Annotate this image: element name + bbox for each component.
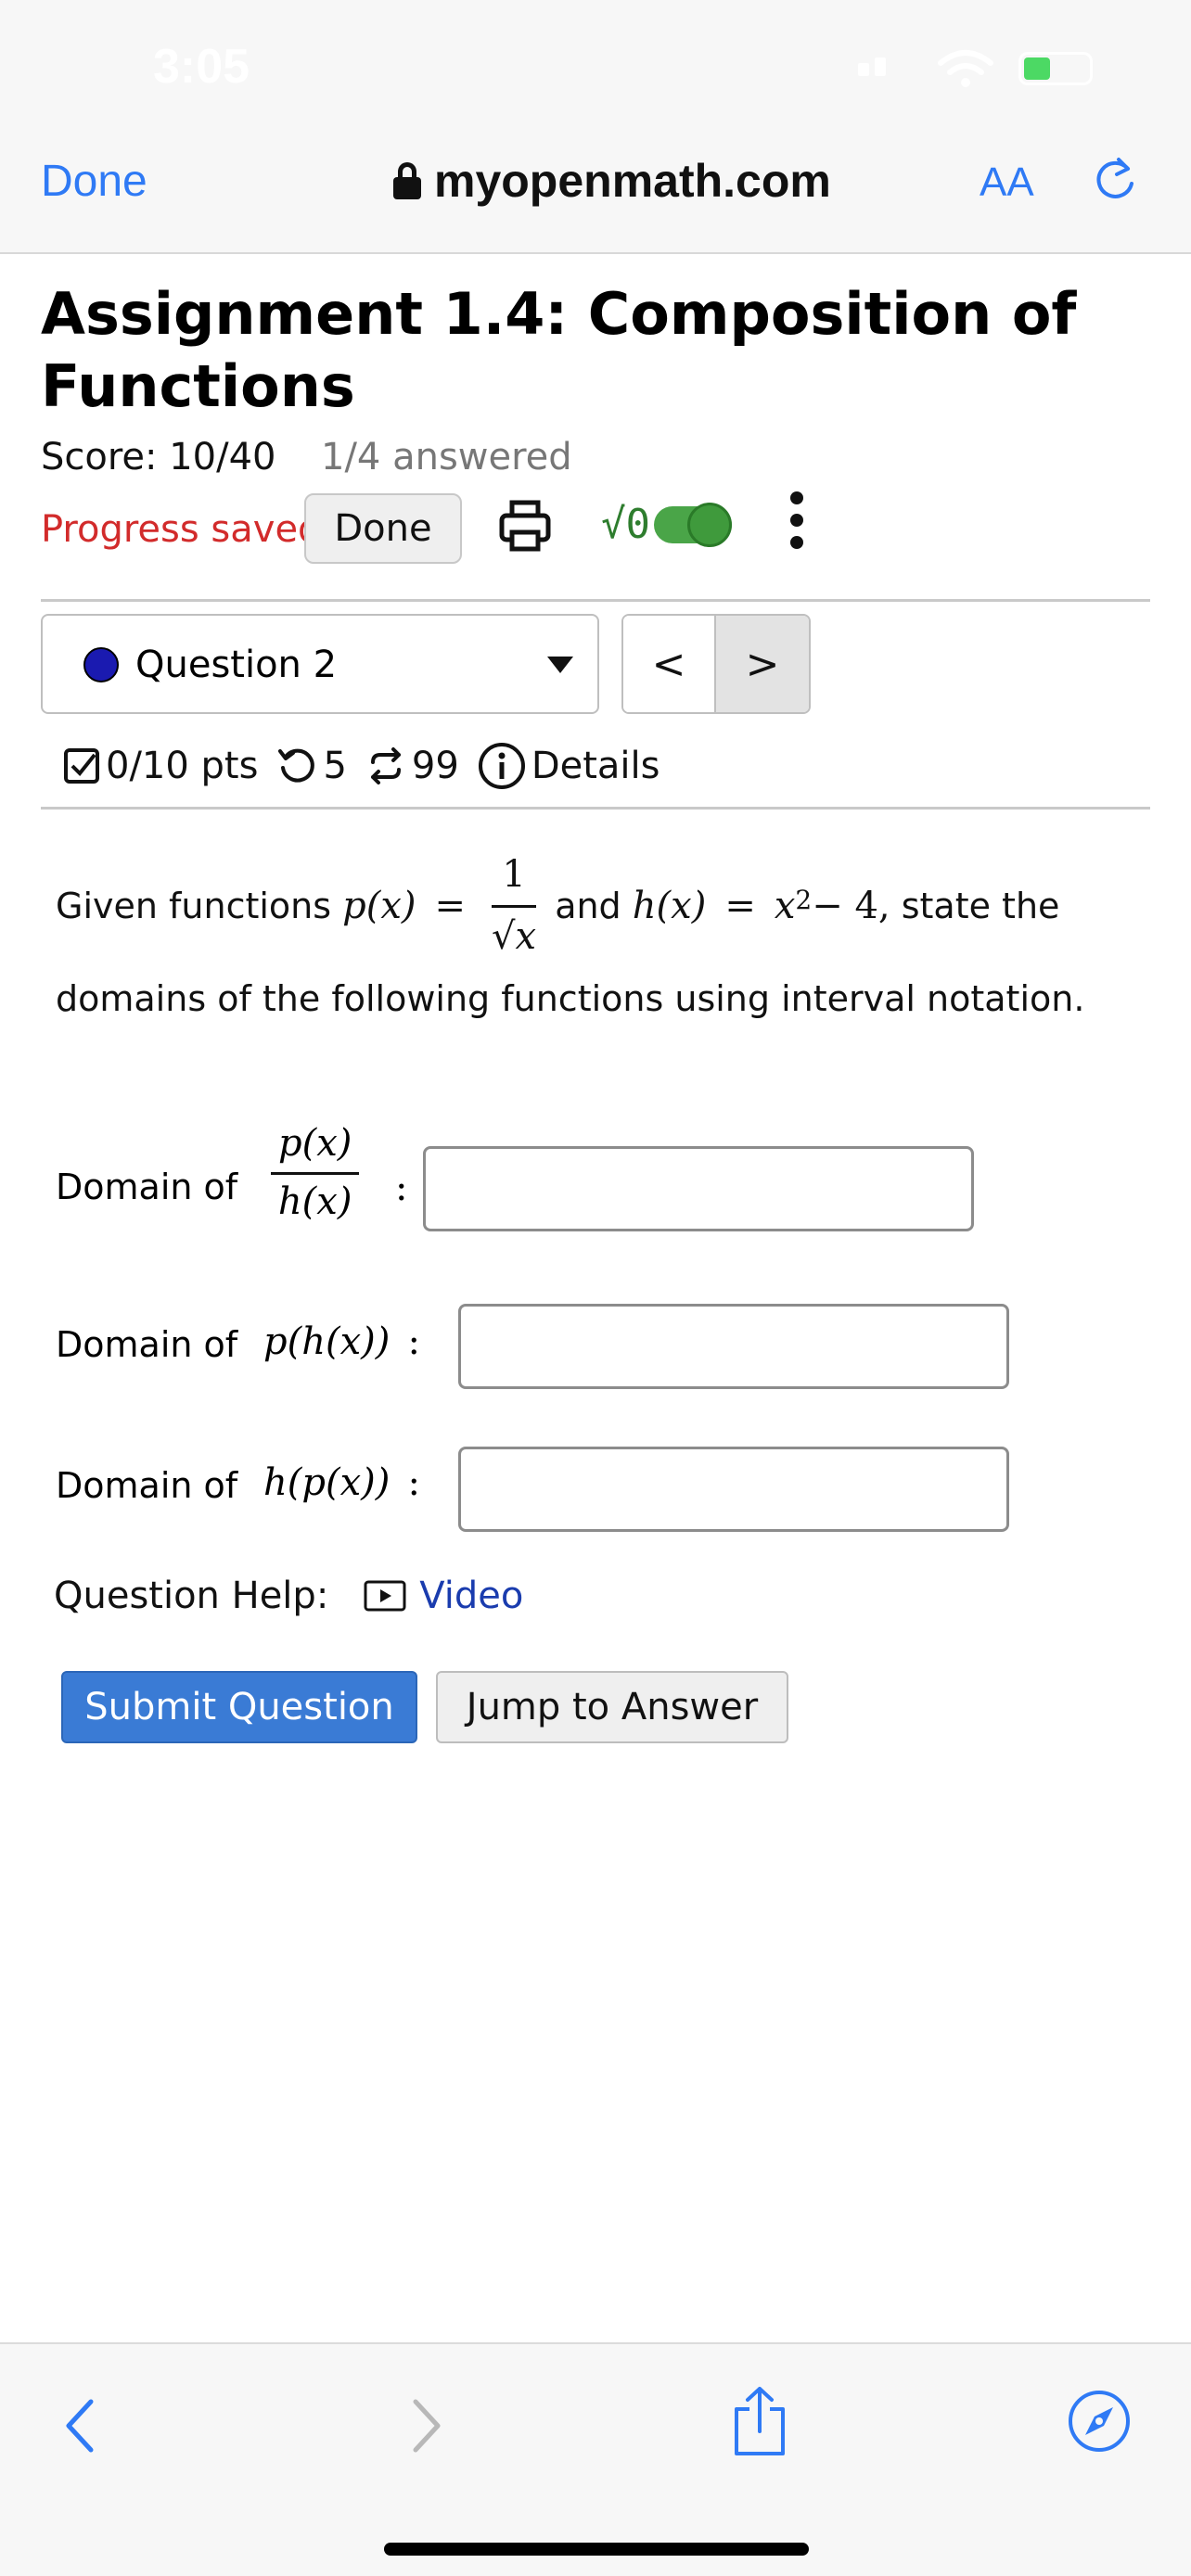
question-help-label: Question Help: xyxy=(54,1575,329,1617)
points-text: 0/10 pts xyxy=(106,745,259,787)
state-text: state the xyxy=(901,885,1060,926)
math-entry-toggle[interactable]: √0 xyxy=(601,501,732,548)
h-tail: − 4, xyxy=(812,884,890,927)
domain-label-2: Domain of xyxy=(56,1324,238,1365)
prompt-line-2: domains of the following functions using… xyxy=(56,978,1085,1019)
retries-item: 5 xyxy=(276,745,347,787)
checkbox-icon xyxy=(64,748,99,784)
answered-count: 1/4 answered xyxy=(321,436,572,478)
status-time: 3:05 xyxy=(153,40,250,94)
row1-numerator: p(x) xyxy=(271,1122,360,1175)
question-help: Question Help: Video xyxy=(54,1575,523,1617)
and-text: and xyxy=(555,885,621,926)
submit-question-button[interactable]: Submit Question xyxy=(61,1671,417,1743)
p-denominator: √x xyxy=(492,915,537,958)
question-select-label: Question 2 xyxy=(135,644,338,686)
jump-to-answer-button[interactable]: Jump to Answer xyxy=(436,1671,788,1743)
question-select[interactable]: Question 2 xyxy=(41,614,599,714)
address-bar[interactable]: myopenmath.com xyxy=(393,154,831,208)
colon: : xyxy=(395,1167,408,1209)
h-function-name: h(x) xyxy=(632,884,707,927)
compass-icon[interactable] xyxy=(1067,2389,1132,2457)
attempts-count: 99 xyxy=(411,745,459,787)
details-button[interactable]: Details xyxy=(478,742,660,790)
sqrt-icon: √0 xyxy=(601,501,650,548)
question-nav: < > xyxy=(621,614,811,714)
divider xyxy=(41,599,1150,602)
answer-input-1[interactable] xyxy=(423,1146,974,1231)
p-function-fraction: 1 √x xyxy=(492,851,537,960)
row1-fraction: p(x) h(x) xyxy=(271,1122,360,1223)
reader-settings-button[interactable]: AA xyxy=(980,159,1034,206)
row3-expression: h(p(x)) : xyxy=(263,1461,420,1504)
prompt-intro: Given functions xyxy=(56,885,332,926)
assignment-done-button[interactable]: Done xyxy=(304,493,462,564)
retries-count: 5 xyxy=(323,745,347,787)
prompt-line-1: Given functions p(x) = 1 √x and h(x) = x… xyxy=(56,851,1059,960)
browser-done-button[interactable]: Done xyxy=(41,156,147,207)
p-function-name: p(x) xyxy=(342,884,416,927)
video-icon xyxy=(364,1580,406,1612)
reload-icon[interactable] xyxy=(1091,156,1141,210)
domain-label-1: Domain of xyxy=(56,1167,238,1207)
url-text: myopenmath.com xyxy=(434,155,831,207)
share-icon[interactable] xyxy=(731,2385,788,2461)
printer-icon[interactable] xyxy=(497,499,553,558)
attempts-item: 99 xyxy=(365,745,459,787)
cellular-signal-icon xyxy=(858,57,908,76)
info-icon xyxy=(478,743,525,789)
divider xyxy=(41,807,1150,810)
h-base: x xyxy=(774,884,796,927)
chevron-down-icon xyxy=(547,657,573,673)
lock-icon xyxy=(393,162,421,199)
h-exponent: 2 xyxy=(795,884,813,915)
repeat-icon xyxy=(370,747,401,784)
home-indicator xyxy=(384,2543,809,2556)
wifi-icon xyxy=(937,48,994,93)
equals-sign-2: = xyxy=(724,884,756,927)
forward-icon[interactable] xyxy=(408,2396,445,2459)
retry-icon xyxy=(278,748,315,783)
next-question-button[interactable]: > xyxy=(716,616,809,712)
answer-input-3[interactable] xyxy=(458,1447,1009,1532)
page-title: Assignment 1.4: Composition of Functions xyxy=(41,280,1077,420)
browser-top-bar: 3:05 Done myopenmath.com AA xyxy=(0,0,1191,254)
score-text: Score: 10/40 xyxy=(41,436,276,478)
battery-icon xyxy=(1018,52,1093,85)
toggle-switch[interactable] xyxy=(653,502,732,547)
points-item: 0/10 pts xyxy=(63,745,258,787)
equals-sign: = xyxy=(434,884,467,927)
progress-status: Progress saved xyxy=(41,508,322,551)
video-link[interactable]: Video xyxy=(419,1575,523,1617)
row1-denominator: h(x) xyxy=(277,1180,352,1223)
prev-question-button[interactable]: < xyxy=(623,616,717,712)
p-numerator: 1 xyxy=(492,851,537,908)
browser-bottom-toolbar xyxy=(0,2342,1191,2576)
question-status-dot xyxy=(83,647,119,682)
row2-expression: p(h(x)) : xyxy=(263,1320,420,1363)
back-icon[interactable] xyxy=(61,2396,98,2459)
question-meta: 0/10 pts 5 99 Details xyxy=(63,742,678,790)
details-label: Details xyxy=(531,745,660,787)
answer-input-2[interactable] xyxy=(458,1304,1009,1389)
more-options-icon[interactable] xyxy=(790,491,805,556)
domain-label-3: Domain of xyxy=(56,1465,238,1506)
